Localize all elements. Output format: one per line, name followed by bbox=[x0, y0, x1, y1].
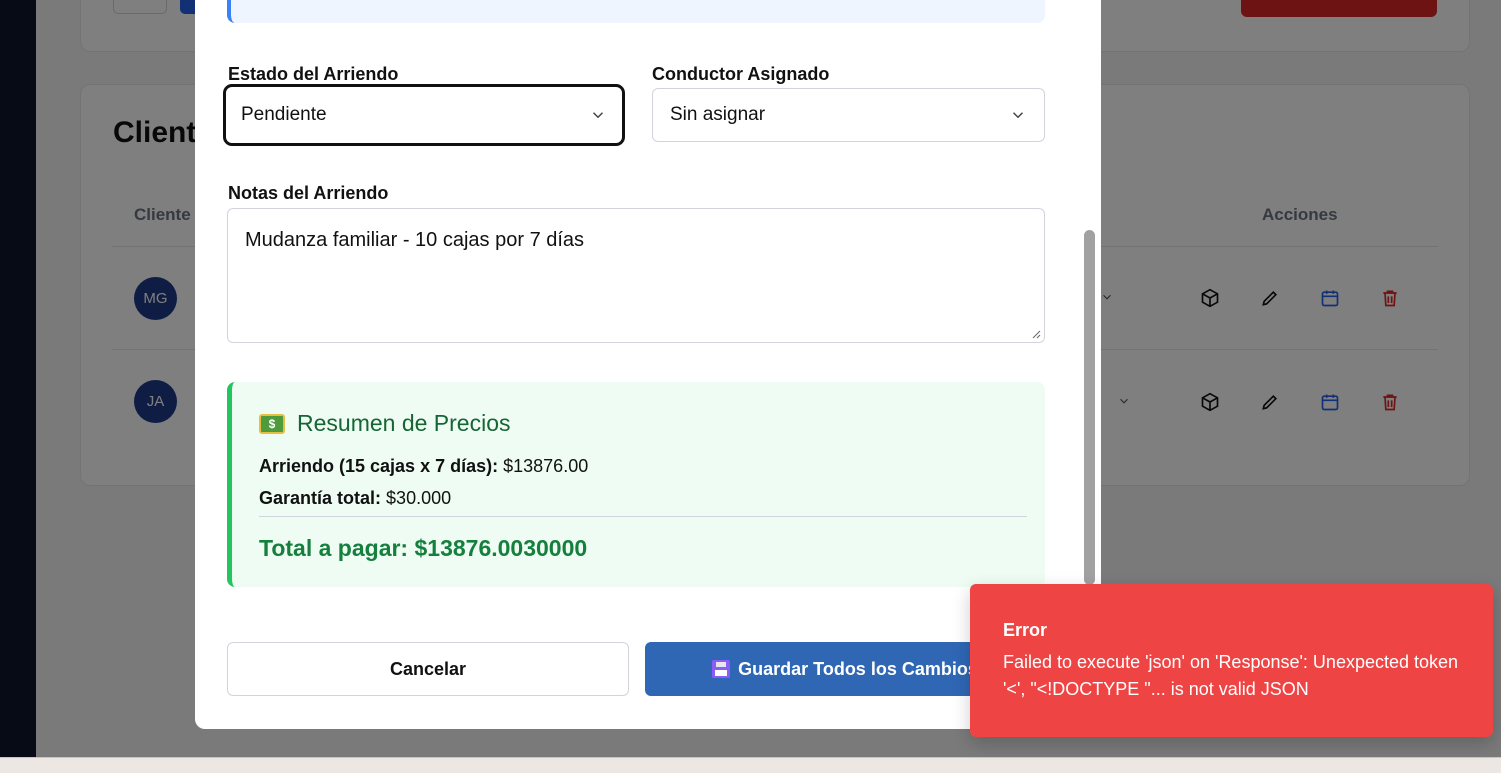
info-banner bbox=[227, 0, 1045, 23]
edit-rental-modal: Estado del Arriendo Pendiente Conductor … bbox=[195, 0, 1101, 729]
rental-value: $13876.00 bbox=[503, 456, 589, 476]
summary-divider bbox=[259, 516, 1027, 517]
status-label: Estado del Arriendo bbox=[228, 64, 399, 84]
deposit-value: $30.000 bbox=[386, 488, 452, 508]
cancel-button[interactable]: Cancelar bbox=[227, 642, 629, 696]
toast-message: Failed to execute 'json' on 'Response': … bbox=[1003, 652, 1459, 699]
resize-handle-icon[interactable] bbox=[1031, 329, 1041, 339]
rental-line: Arriendo (15 cajas x 7 días): $13876.00 bbox=[259, 456, 588, 477]
total-to-pay: Total a pagar: $13876.0030000 bbox=[259, 535, 588, 561]
deposit-label: Garantía total: bbox=[259, 488, 382, 508]
save-all-label: Guardar Todos los Cambios bbox=[738, 658, 978, 679]
notes-label: Notas del Arriendo bbox=[228, 183, 389, 203]
status-select[interactable]: Pendiente bbox=[223, 84, 625, 146]
driver-label: Conductor Asignado bbox=[652, 64, 830, 84]
chevron-down-icon bbox=[1012, 112, 1024, 119]
notes-textarea[interactable]: Mudanza familiar - 10 cajas por 7 días bbox=[227, 208, 1045, 343]
summary-title: $ Resumen de Precios bbox=[259, 410, 511, 437]
chevron-down-icon bbox=[592, 112, 604, 119]
money-icon: $ bbox=[259, 413, 285, 434]
status-value: Pendiente bbox=[241, 104, 327, 125]
rental-label: Arriendo (15 cajas x 7 días): bbox=[259, 456, 499, 476]
summary-title-text: Resumen de Precios bbox=[297, 410, 511, 436]
toast-title: Error bbox=[1003, 620, 1048, 640]
deposit-line: Garantía total: $30.000 bbox=[259, 488, 451, 509]
driver-value: Sin asignar bbox=[670, 104, 766, 125]
error-toast[interactable]: Error Failed to execute 'json' on 'Respo… bbox=[970, 584, 1493, 737]
notes-value: Mudanza familiar - 10 cajas por 7 días bbox=[245, 229, 585, 251]
driver-select[interactable]: Sin asignar bbox=[652, 88, 1045, 142]
price-summary: $ Resumen de Precios Arriendo (15 cajas … bbox=[227, 382, 1045, 587]
taskbar bbox=[0, 757, 1501, 773]
modal-scrollbar[interactable] bbox=[1084, 230, 1095, 585]
floppy-disk-icon bbox=[712, 660, 731, 678]
